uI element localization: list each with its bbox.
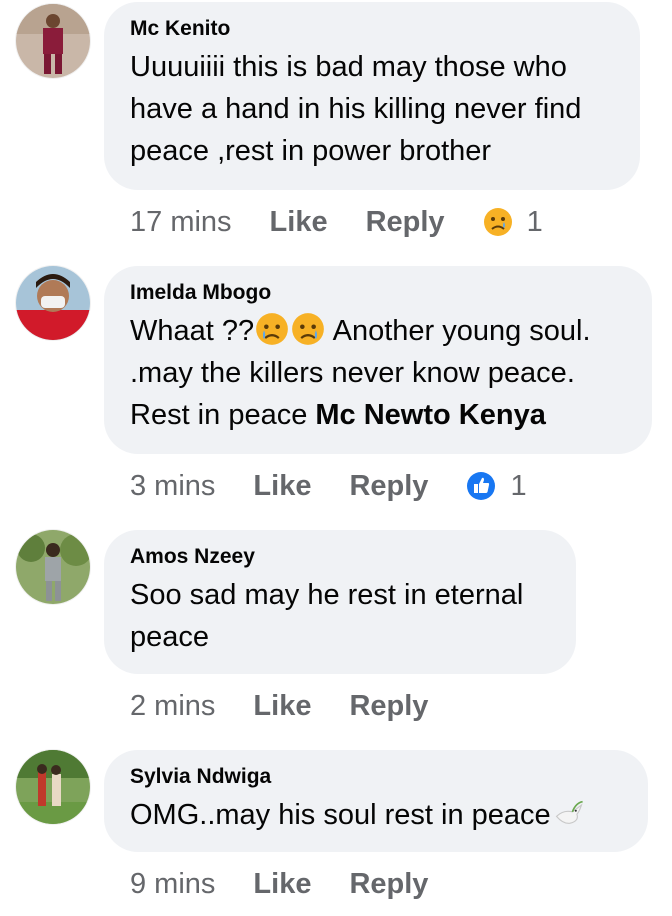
comment-author[interactable]: Sylvia Ndwiga (130, 764, 622, 790)
comment-bubble: Amos Nzeey Soo sad may he rest in eterna… (104, 530, 576, 674)
comment-author[interactable]: Imelda Mbogo (130, 280, 626, 306)
reply-button[interactable]: Reply (349, 686, 428, 726)
avatar[interactable] (16, 266, 90, 340)
like-button[interactable]: Like (253, 686, 311, 726)
sad-reaction-icon (483, 208, 512, 236)
comment-text-part: OMG..may his soul rest in peace (130, 799, 551, 831)
reaction-count: 1 (510, 470, 527, 502)
reply-button[interactable]: Reply (349, 864, 428, 904)
comment-text: Soo sad may he rest in eternal peace (130, 579, 524, 653)
like-button[interactable]: Like (253, 864, 311, 904)
comment-author[interactable]: Mc Kenito (130, 16, 614, 42)
comment-actions: 2 mins Like Reply (130, 686, 466, 726)
comment-time[interactable]: 9 mins (130, 864, 215, 904)
comment-text: Uuuuiiii this is bad may those who have … (130, 51, 582, 167)
reply-button[interactable]: Reply (366, 202, 445, 242)
comment-time[interactable]: 3 mins (130, 466, 215, 506)
dove-icon (555, 800, 583, 824)
comment-author[interactable]: Amos Nzeey (130, 544, 550, 570)
comment-text: OMG..may his soul rest in peace (130, 794, 622, 836)
comment-actions: 17 mins Like Reply 1 (130, 202, 543, 242)
reaction-count: 1 (526, 206, 543, 238)
crying-face-icon (292, 313, 325, 345)
comment-actions: 9 mins Like Reply (130, 864, 466, 904)
comment-time[interactable]: 2 mins (130, 686, 215, 726)
comment-text: Whaat ?? Another young soul. .may the ki… (130, 310, 626, 436)
avatar[interactable] (16, 4, 90, 78)
comment-time[interactable]: 17 mins (130, 202, 232, 242)
avatar[interactable] (16, 530, 90, 604)
avatar[interactable] (16, 750, 90, 824)
comment-bubble: Mc Kenito Uuuuiiii this is bad may those… (104, 2, 640, 190)
comment-actions: 3 mins Like Reply 1 (130, 466, 527, 506)
like-button[interactable]: Like (253, 466, 311, 506)
like-button[interactable]: Like (270, 202, 328, 242)
comment-text-part: Whaat ?? (130, 315, 255, 347)
comment-bubble: Sylvia Ndwiga OMG..may his soul rest in … (104, 750, 648, 852)
mention-link[interactable]: Mc Newto Kenya (315, 399, 545, 431)
crying-face-icon (256, 313, 289, 345)
comment-bubble: Imelda Mbogo Whaat ?? Another young soul… (104, 266, 652, 454)
thumbs-up-icon (467, 472, 496, 500)
reaction-summary[interactable]: 1 (466, 466, 527, 506)
reply-button[interactable]: Reply (349, 466, 428, 506)
reaction-summary[interactable]: 1 (483, 202, 543, 242)
